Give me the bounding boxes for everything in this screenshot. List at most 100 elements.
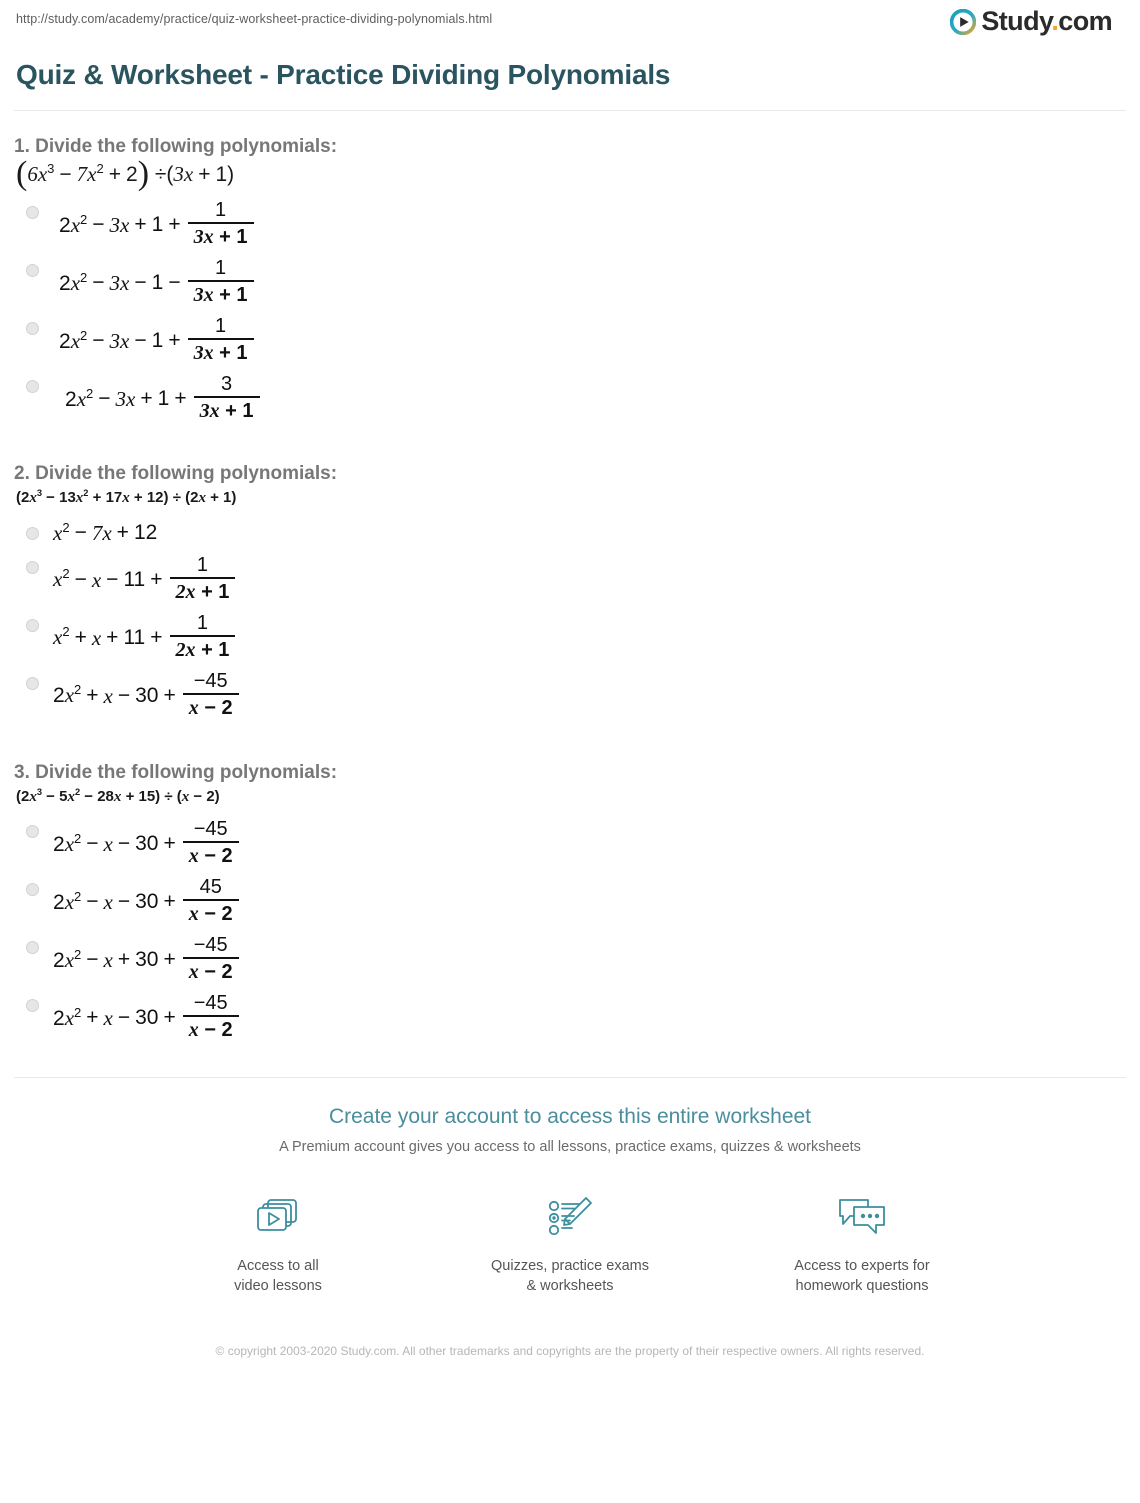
question-2-prompt: 2. Divide the following polynomials: [14,463,338,485]
option-text: 2x2−3x −1 + 1 3x + 1 [59,315,256,366]
brand-name: Study [981,6,1052,36]
question-2-option-3[interactable]: x2 + x +11 + 1 2x + 1 [14,609,1140,667]
fraction-numerator: 1 [214,199,227,222]
fraction-numerator: 1 [214,315,227,338]
premium-subtitle: A Premium account gives you access to al… [279,1139,861,1156]
create-account-link[interactable]: Create your account to access this entir… [329,1104,811,1130]
quiz-pencil-icon [480,1190,660,1246]
question-3: 3. Divide the following polynomials: (2x… [14,761,1140,1048]
fraction-denominator: x − 2 [188,845,233,868]
radio-button[interactable] [26,264,39,278]
fraction: 45 x − 2 [182,876,239,926]
option-text: 2x2− x +30 + −45 x − 2 [53,934,241,985]
question-2-expression: (2x3 − 13x2 + 17x + 12) ÷ (2x + 1) [16,488,237,507]
page-url: http://study.com/academy/practice/quiz-w… [16,12,493,26]
option-text: 2x2− x −30 + −45 x − 2 [53,818,241,869]
perks-list: Access to all video lessons Quizzes, pra… [0,1190,1140,1296]
fraction-numerator: −45 [193,992,228,1015]
fraction: 1 3x + 1 [187,257,254,307]
fraction: 1 2x + 1 [169,553,236,604]
fraction-numerator: −45 [193,934,228,957]
copyright-text: © copyright 2003-2020 Study.com. All oth… [215,1344,925,1359]
option-text: 2x2−3x −1− 1 3x + 1 [59,257,256,308]
radio-button[interactable] [26,526,39,540]
radio-button[interactable] [26,380,39,394]
question-2-options: x2−7x +12 x2− x −11 + 1 2x + 1 x2 + x +11 + [14,517,1140,725]
question-2-option-1[interactable]: x2−7x +12 [14,517,1140,551]
question-3-option-3[interactable]: 2x2− x +30 + −45 x − 2 [14,931,1140,989]
fraction-denominator: x − 2 [188,961,233,984]
question-1-expression: (6x3−7x2 +2) ÷(3x +1) [16,155,235,192]
perk-label: Access to all video lessons [234,1258,322,1295]
perk-label: Quizzes, practice exams & worksheets [491,1258,649,1295]
fraction: 1 2x + 1 [169,611,236,662]
brand-wordmark: Study.com [981,8,1112,35]
brand-tld: com [1058,6,1112,36]
play-circle-icon [950,8,977,35]
question-1-option-1[interactable]: 2x2−3x +1 + 1 3x + 1 [14,196,1140,254]
fraction-denominator: x − 2 [188,696,233,719]
video-lessons-icon [188,1190,368,1246]
option-text: x2−7x +12 [53,519,158,545]
page-title: Quiz & Worksheet - Practice Dividing Pol… [16,59,671,90]
fraction: −45 x − 2 [182,992,239,1042]
question-2-option-2[interactable]: x2− x −11 + 1 2x + 1 [14,551,1140,609]
fraction-denominator: 2x + 1 [175,638,230,661]
perk-quizzes: Quizzes, practice exams & worksheets [480,1190,660,1296]
question-1-options: 2x2−3x+1+ 1 3x + 1 2x2−3x−1− 1 3x + 1 [14,196,1140,428]
browser-top-bar: http://study.com/academy/practice/quiz-w… [0,0,1140,46]
chat-bubbles-icon [772,1190,952,1246]
fraction-denominator: 3x + 1 [193,226,248,249]
radio-button[interactable] [26,825,39,839]
fraction-denominator: 3x + 1 [193,284,248,307]
question-1-option-3[interactable]: 2x2−3x −1 + 1 3x + 1 [14,312,1140,370]
upsell-footer: Create your account to access this entir… [0,1078,1140,1360]
question-1-prompt: 1. Divide the following polynomials: [14,136,338,157]
perk-experts: Access to experts for homework questions [772,1190,952,1296]
question-3-option-4[interactable]: 2x2 + x −30 + −45 x − 2 [14,989,1140,1047]
question-1-option-2[interactable]: 2x2−3x −1− 1 3x + 1 [14,254,1140,312]
option-text: 2x2−3x +1 + 3 3x + 1 [65,373,262,424]
fraction: −45 x − 2 [182,934,239,984]
fraction: 1 3x + 1 [187,315,254,365]
fraction-numerator: −45 [193,669,228,692]
option-text: 2x2 + x −30 + −45 x − 2 [53,992,241,1043]
radio-button[interactable] [26,560,39,574]
radio-button[interactable] [26,322,39,336]
question-1-option-4[interactable]: 2x2−3x +1 + 3 3x + 1 [14,370,1140,428]
fraction: −45 x − 2 [182,669,239,720]
question-2: 2. Divide the following polynomials: (2x… [14,462,1140,725]
radio-button[interactable] [26,999,39,1013]
fraction: 1 3x + 1 [187,199,254,249]
radio-button[interactable] [26,206,39,220]
study-com-logo[interactable]: Study.com [950,8,1113,35]
question-3-prompt: 3. Divide the following polynomials: [14,761,338,783]
radio-button[interactable] [26,618,39,632]
question-2-option-4[interactable]: 2x2 + x −30 + −45 x − 2 [14,667,1140,725]
option-text: x2− x −11 + 1 2x + 1 [53,553,237,605]
radio-button[interactable] [26,883,39,897]
question-3-option-1[interactable]: 2x2− x −30 + −45 x − 2 [14,815,1140,873]
option-text: 2x2−3x +1 + 1 3x + 1 [59,199,256,250]
fraction-denominator: x − 2 [188,1019,233,1042]
radio-button[interactable] [26,941,39,955]
radio-button[interactable] [26,676,39,690]
fraction: 3 3x + 1 [193,373,260,423]
question-1: 1. Divide the following polynomials: (6x… [14,135,1140,428]
perk-video-lessons: Access to all video lessons [188,1190,368,1296]
option-text: 2x2− x −30 + 45 x − 2 [53,876,241,927]
fraction-denominator: 3x + 1 [193,342,248,365]
question-3-option-2[interactable]: 2x2− x −30 + 45 x − 2 [14,873,1140,931]
question-3-options: 2x2− x −30 + −45 x − 2 2x2− x −30 + 45 x − 2 [14,815,1140,1047]
title-divider [14,110,1126,111]
questions-list: 1. Divide the following polynomials: (6x… [0,135,1140,1047]
question-3-expression: (2x3 − 5x2 − 28x + 15) ÷ (x − 2) [16,786,220,805]
fraction-denominator: 2x + 1 [175,580,230,603]
fraction-numerator: 1 [196,553,209,576]
option-text: x2 + x +11 + 1 2x + 1 [53,611,237,663]
fraction-numerator: −45 [193,818,228,841]
fraction-numerator: 1 [196,611,209,634]
fraction-numerator: 3 [220,373,233,396]
fraction-numerator: 45 [199,876,222,899]
fraction-denominator: 3x + 1 [199,400,254,423]
